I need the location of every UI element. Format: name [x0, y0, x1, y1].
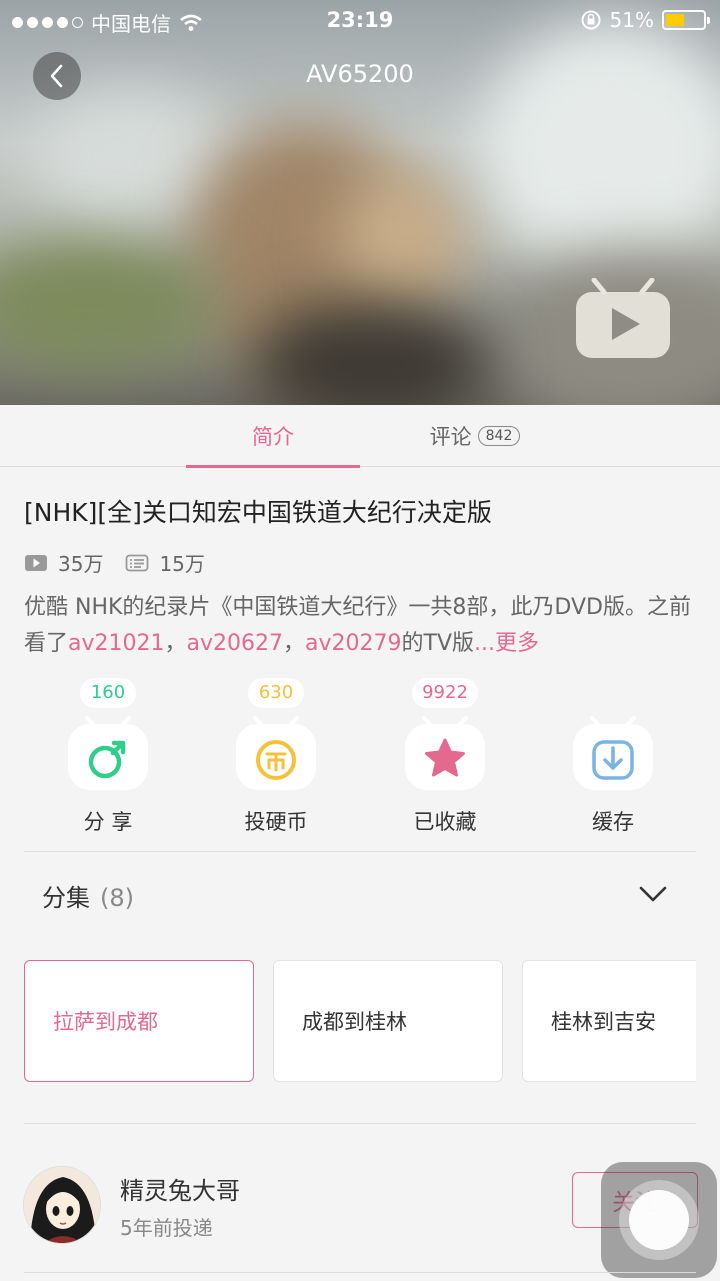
- tab-intro-label: 简介: [252, 425, 294, 449]
- share-label: 分 享: [83, 810, 133, 834]
- episodes-count: (8): [100, 884, 134, 912]
- play-count: 35万: [24, 548, 103, 577]
- tv-play-icon[interactable]: [574, 278, 672, 364]
- share-count: 160: [80, 678, 136, 708]
- share-button[interactable]: 160 分 享: [48, 678, 168, 838]
- favorite-label: 已收藏: [413, 810, 477, 834]
- uploader-name[interactable]: 精灵兔大哥: [120, 1171, 240, 1206]
- favorite-count: 9922: [412, 678, 478, 708]
- coin-button[interactable]: 630 投硬币: [216, 678, 336, 838]
- status-right: 51%: [580, 8, 710, 32]
- rotation-lock-icon: [581, 10, 601, 30]
- tab-bar: 简介 评论 842: [0, 405, 720, 468]
- episode-list[interactable]: 拉萨到成都 成都到桂林 桂林到吉安: [24, 960, 696, 1084]
- description-separator: ，: [283, 631, 306, 656]
- cache-label: 缓存: [592, 810, 634, 834]
- episode-item[interactable]: 拉萨到成都: [24, 960, 254, 1082]
- tab-comments[interactable]: 评论 842: [400, 405, 550, 467]
- episodes-title: 分集: [42, 884, 90, 912]
- description-separator: ，: [164, 631, 187, 656]
- coin-count: 630: [248, 678, 304, 708]
- chevron-down-icon[interactable]: [638, 882, 668, 906]
- episodes-header[interactable]: 分集 (8): [42, 878, 134, 913]
- episode-label: 成都到桂林: [302, 1010, 407, 1034]
- av-link-1[interactable]: av21021: [68, 631, 165, 656]
- tab-intro[interactable]: 简介: [186, 405, 360, 468]
- video-title: [NHK][全]关口知宏中国铁道大纪行决定版: [24, 498, 492, 527]
- divider: [24, 1123, 696, 1124]
- episode-label: 拉萨到成都: [53, 1010, 158, 1034]
- coin-icon: [236, 716, 316, 790]
- video-id-title: AV65200: [306, 60, 414, 88]
- favorite-button[interactable]: 9922 已收藏: [385, 678, 505, 838]
- avatar-image: [24, 1167, 100, 1243]
- divider: [24, 1272, 696, 1273]
- tab-comments-label: 评论: [429, 425, 472, 449]
- assistive-touch-center: [629, 1190, 689, 1250]
- video-description: 优酷 NHK的纪录片《中国铁道大纪行》一共8部，此乃DVD版。之前看了av210…: [24, 590, 704, 662]
- danmaku-count: 15万: [125, 548, 205, 577]
- coin-label: 投硬币: [244, 810, 308, 834]
- cover-blur-region: [0, 240, 220, 370]
- video-stats: 35万 15万: [24, 548, 227, 577]
- cover-blur-region: [480, 20, 720, 280]
- episode-label: 桂林到吉安: [551, 1010, 656, 1034]
- action-row: 160 分 享 630 投硬币 9922 已收藏 缓存: [0, 678, 720, 848]
- play-count-icon: [25, 554, 47, 571]
- av-link-2[interactable]: av20627: [187, 631, 284, 656]
- play-count-value: 35万: [58, 552, 104, 576]
- danmaku-icon: [126, 554, 149, 571]
- tab-indicator: [186, 465, 360, 468]
- share-icon: [68, 716, 148, 790]
- episode-item[interactable]: 桂林到吉安: [522, 960, 696, 1082]
- comments-count-badge: 842: [477, 426, 521, 446]
- video-cover[interactable]: 中国电信 23:19 51% AV65200: [0, 0, 720, 405]
- divider: [24, 851, 696, 852]
- battery-percent: 51%: [609, 8, 654, 32]
- episode-item[interactable]: 成都到桂林: [273, 960, 503, 1082]
- download-icon: [573, 716, 653, 790]
- cache-button[interactable]: 缓存: [553, 678, 673, 838]
- star-icon: [405, 716, 485, 790]
- cover-blur-region: [340, 170, 460, 320]
- av-link-3[interactable]: av20279: [305, 631, 402, 656]
- more-link[interactable]: ...更多: [474, 631, 539, 656]
- avatar[interactable]: [23, 1166, 101, 1244]
- danmaku-count-value: 15万: [159, 552, 205, 576]
- upload-time: 5年前投递: [120, 1216, 213, 1240]
- battery-icon: [662, 10, 710, 30]
- description-text-end: 的TV版: [401, 631, 475, 656]
- assistive-touch-button[interactable]: [601, 1162, 717, 1278]
- status-bar: 中国电信 23:19 51%: [0, 0, 720, 40]
